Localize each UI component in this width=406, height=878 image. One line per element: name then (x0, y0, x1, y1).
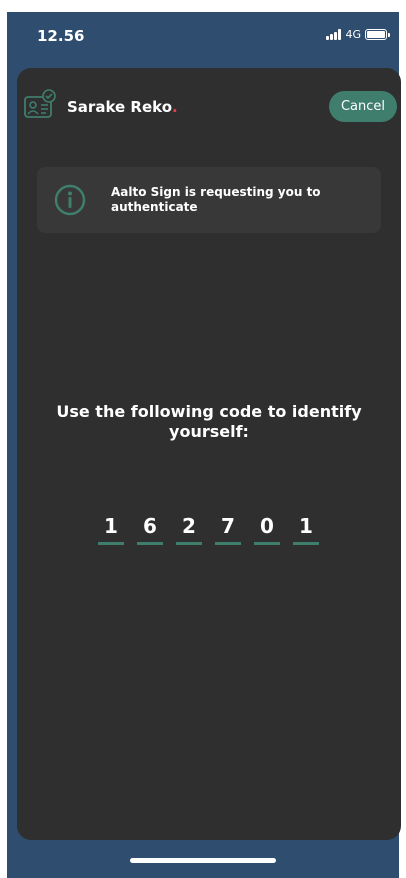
info-circle-icon (54, 184, 86, 216)
code-digit: 7 (215, 514, 241, 545)
status-bar: 12.56 4G (7, 12, 399, 62)
code-digit: 1 (98, 514, 124, 545)
status-time: 12.56 (37, 27, 85, 45)
network-label: 4G (345, 28, 361, 41)
battery-icon (365, 29, 390, 40)
code-prompt: Use the following code to identify yours… (56, 402, 362, 441)
info-banner: Aalto Sign is requesting you to authenti… (37, 167, 381, 233)
app-name: Sarake Reko. (67, 98, 178, 116)
auth-card: Sarake Reko. Cancel Aalto Sign is reques… (17, 68, 401, 840)
signal-icon (326, 29, 342, 40)
code-digit: 6 (137, 514, 163, 545)
code-digit: 0 (254, 514, 280, 545)
brand-dot: . (172, 98, 178, 116)
id-card-check-icon (24, 89, 56, 118)
status-indicators: 4G (326, 28, 390, 41)
info-message: Aalto Sign is requesting you to authenti… (111, 185, 321, 214)
phone-screen: 12.56 4G Sarake Reko. Cancel Aalto Sign … (7, 12, 401, 878)
card-header: Sarake Reko. Cancel (17, 68, 401, 144)
verification-code: 1 6 2 7 0 1 (98, 514, 319, 545)
cancel-button[interactable]: Cancel (328, 91, 397, 122)
code-digit: 2 (176, 514, 202, 545)
home-indicator[interactable] (130, 858, 276, 863)
code-digit: 1 (293, 514, 319, 545)
